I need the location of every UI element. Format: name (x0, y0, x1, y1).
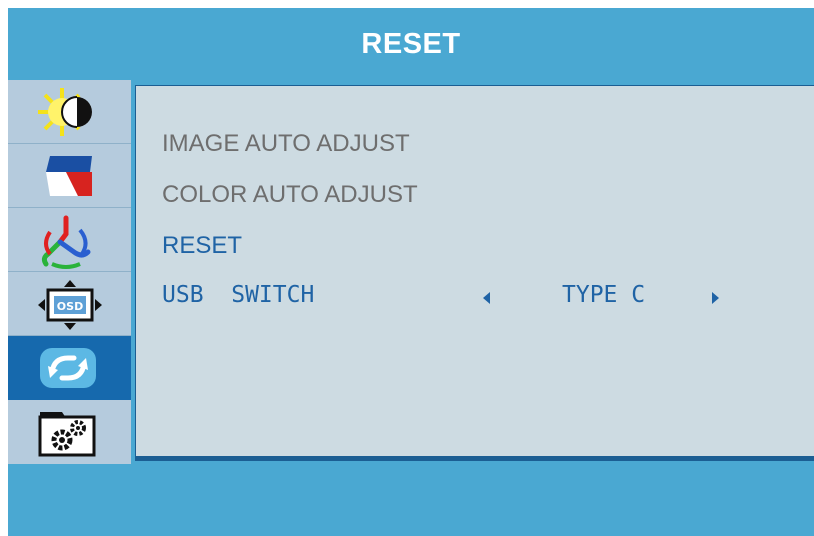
sidebar-item-rgb[interactable] (8, 208, 131, 272)
sidebar-item-color[interactable] (8, 144, 131, 208)
menu-item-reset[interactable]: RESET (162, 232, 242, 260)
osd-menu-frame: RESET OSD IMAGE AUTO ADJUST COLOR AUTO A… (8, 8, 814, 536)
menu-panel: IMAGE AUTO ADJUST COLOR AUTO ADJUST RESE… (135, 85, 814, 461)
color-flag-icon (46, 156, 92, 196)
sidebar-item-osd[interactable]: OSD (8, 272, 131, 336)
sidebar: OSD (8, 80, 131, 464)
value-left-arrow-icon[interactable] (483, 292, 490, 304)
value-right-arrow-icon[interactable] (712, 292, 719, 304)
page-title: RESET (361, 27, 461, 60)
gear-settings-icon (38, 412, 96, 457)
svg-text:OSD: OSD (57, 300, 83, 313)
title-bar: RESET (8, 8, 814, 80)
osd-settings-icon: OSD (38, 280, 102, 330)
reset-arrows-icon (40, 348, 96, 388)
menu-item-image-auto-adjust[interactable]: IMAGE AUTO ADJUST (162, 130, 410, 158)
usb-switch-label: USB SWITCH (162, 282, 315, 308)
sidebar-item-other[interactable] (8, 400, 131, 463)
menu-item-usb-switch[interactable]: USB SWITCH (162, 282, 314, 308)
usb-switch-value: TYPE C (562, 282, 646, 308)
brightness-contrast-icon (38, 88, 92, 136)
sidebar-item-brightness[interactable] (8, 80, 131, 144)
menu-item-color-auto-adjust[interactable]: COLOR AUTO ADJUST (162, 181, 418, 209)
rgb-color-icon (41, 215, 91, 269)
sidebar-item-reset[interactable] (8, 336, 131, 400)
